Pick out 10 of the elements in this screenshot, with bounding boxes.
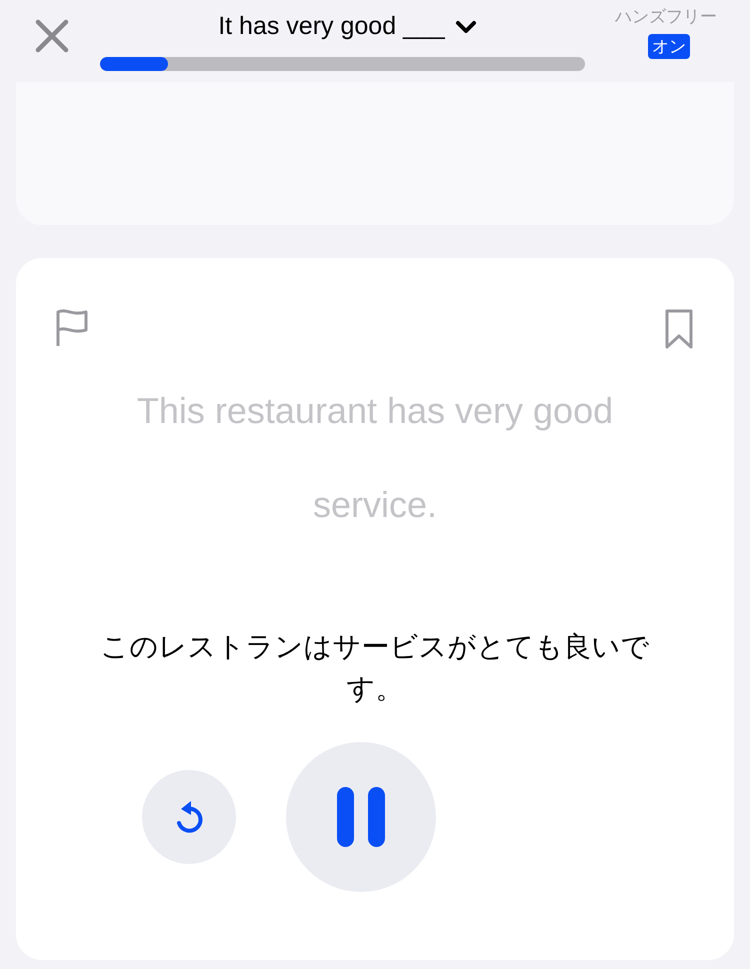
- hands-free-toggle[interactable]: オン: [648, 34, 690, 59]
- hands-free-label: ハンズフリー: [615, 6, 717, 28]
- pause-icon: [335, 785, 387, 849]
- sentence-dropdown[interactable]: It has very good ___: [218, 12, 477, 41]
- bookmark-icon[interactable]: [664, 308, 694, 350]
- close-icon[interactable]: [34, 18, 70, 54]
- chevron-down-icon: [454, 18, 477, 34]
- flag-icon[interactable]: [54, 308, 90, 348]
- english-sentence: This restaurant has very good service.: [136, 389, 614, 527]
- japanese-sentence: このレストランはサービスがとても良いです。: [100, 630, 650, 706]
